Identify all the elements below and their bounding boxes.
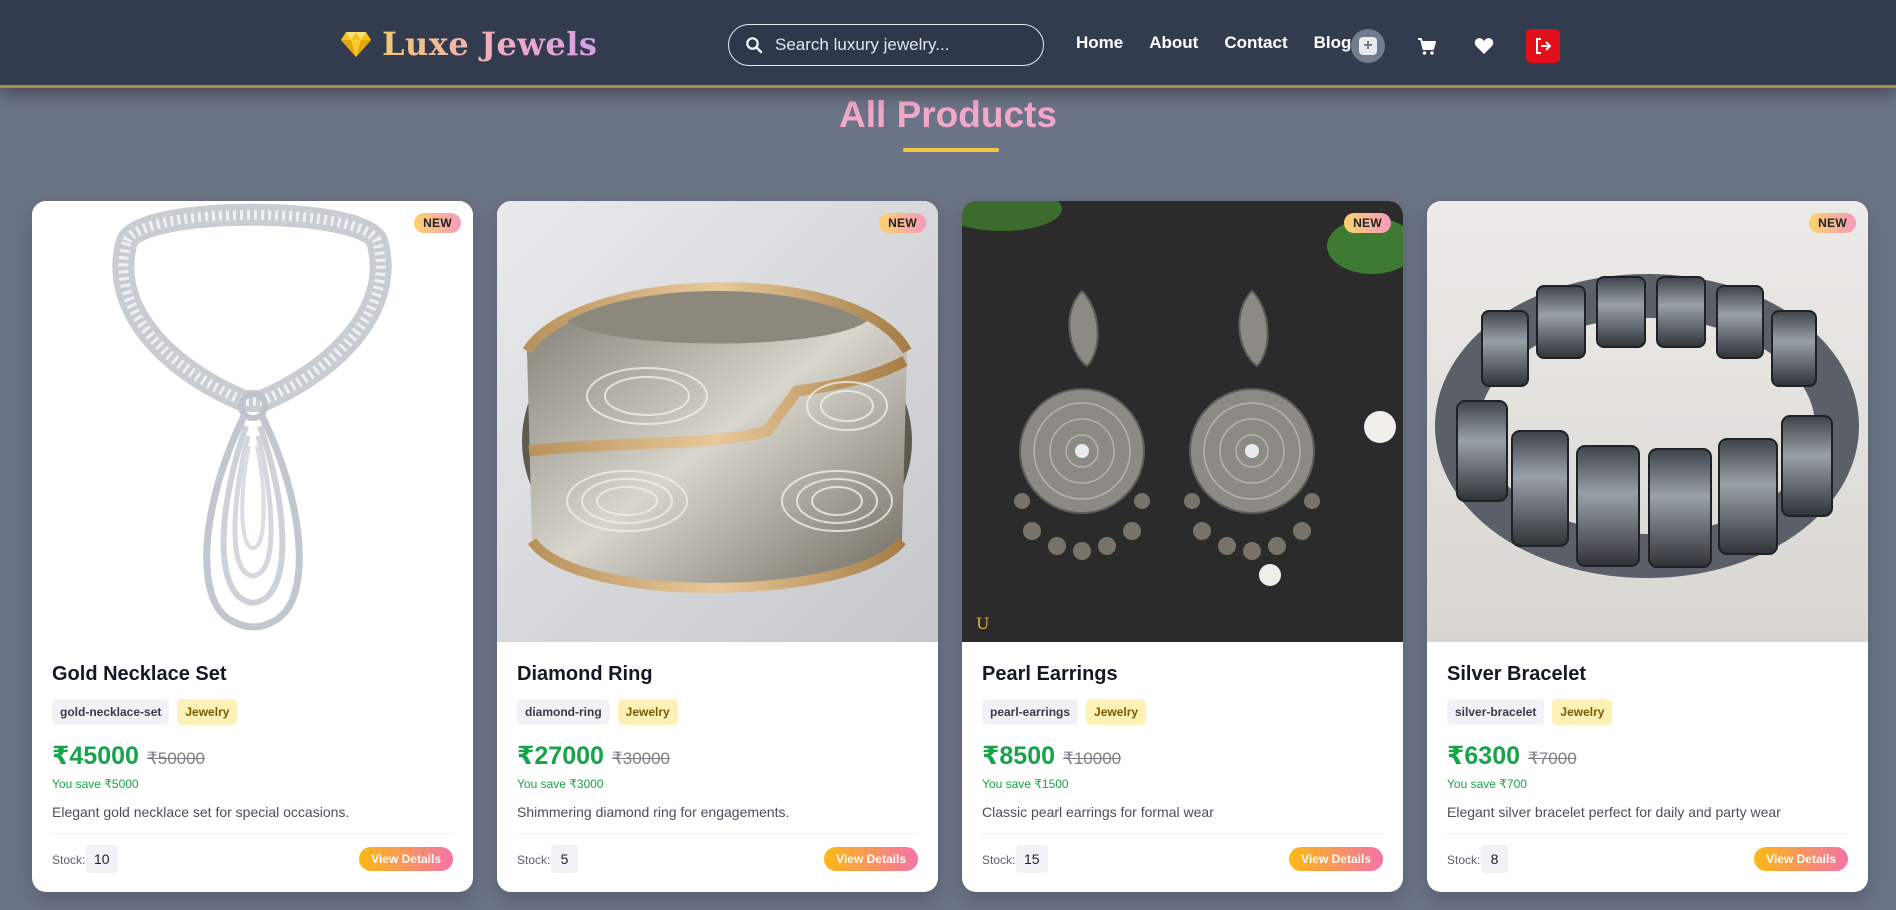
slug-tag: pearl-earrings [982,699,1079,725]
product-image-bracelet[interactable]: NEW [1427,201,1868,642]
product-title[interactable]: Gold Necklace Set [52,663,453,686]
original-price: ₹10000 [1063,749,1122,768]
brand-name: Luxe Jewels [382,25,598,63]
card-body: Pearl Earrings pearl-earrings Jewelry ₹8… [982,663,1383,834]
product-title[interactable]: Pearl Earrings [982,663,1383,686]
savings-text: You save ₹5000 [52,777,139,791]
view-details-button[interactable]: View Details [1754,847,1848,871]
card-footer: Stock: 5 View Details [517,845,918,873]
price: ₹45000 [52,742,139,770]
heart-icon [1474,38,1494,54]
nav-link-home[interactable]: Home [1076,33,1123,53]
logout-button[interactable] [1526,29,1560,63]
plus-square-icon: + [1359,37,1377,55]
view-details-button[interactable]: View Details [1289,847,1383,871]
product-description: Shimmering diamond ring for engagements. [517,804,790,820]
title-underline [903,148,999,152]
category-tag: Jewelry [177,699,238,725]
slug-tag: gold-necklace-set [52,699,170,725]
stock-count: 15 [1016,845,1048,873]
card-footer: Stock: 10 View Details [52,845,453,873]
price: ₹6300 [1447,742,1521,770]
category-tag: Jewelry [1086,699,1147,725]
cart-icon [1418,38,1436,55]
view-details-button[interactable]: View Details [824,847,918,871]
stock-label: Stock: [52,853,86,867]
card-body: Gold Necklace Set gold-necklace-set Jewe… [52,663,453,834]
new-badge: NEW [414,213,461,233]
stock-label: Stock: [982,853,1016,867]
product-card[interactable]: NEW Diamond Ring diamond-ring Jewelry ₹2… [497,201,938,892]
product-card[interactable]: U NEW Pearl Earrings pearl-earrings Jewe… [962,201,1403,892]
product-card[interactable]: NEW Silver Bracelet silver-bracelet Jewe… [1427,201,1868,892]
savings-text: You save ₹3000 [517,777,604,791]
search-box[interactable] [728,24,1044,66]
page-title: All Products [839,94,1057,135]
product-card[interactable]: NEW Gold Necklace Set gold-necklace-set … [32,201,473,892]
product-image-necklace[interactable]: NEW [32,201,473,642]
search-icon [746,37,763,54]
card-body: Diamond Ring diamond-ring Jewelry ₹27000… [517,663,918,834]
product-description: Elegant gold necklace set for special oc… [52,804,350,820]
nav-link-contact[interactable]: Contact [1224,33,1287,53]
original-price: ₹7000 [1528,749,1577,768]
slug-tag: diamond-ring [517,699,610,725]
product-image-earrings[interactable]: U NEW [962,201,1403,642]
new-badge: NEW [1344,213,1391,233]
nav-link-about[interactable]: About [1149,33,1198,53]
logout-icon [1536,38,1552,54]
stock-count: 8 [1481,845,1508,873]
category-tag: Jewelry [1552,699,1613,725]
card-footer: Stock: 15 View Details [982,845,1383,873]
savings-text: You save ₹700 [1447,777,1527,791]
stock-label: Stock: [1447,853,1481,867]
search-input[interactable] [775,35,1025,55]
nav-link-blog[interactable]: Blog [1314,33,1352,53]
add-product-button[interactable]: + [1351,29,1385,63]
brand-logo[interactable]: Luxe Jewels [340,24,597,64]
svg-text:U: U [976,614,989,633]
stock-count: 10 [86,845,118,873]
original-price: ₹50000 [146,749,206,768]
price: ₹8500 [982,742,1056,770]
product-description: Classic pearl earrings for formal wear [982,804,1214,820]
new-badge: NEW [1809,213,1856,233]
divider [52,833,453,834]
category-tag: Jewelry [617,699,678,725]
divider [517,833,918,834]
new-badge: NEW [879,213,926,233]
product-title[interactable]: Silver Bracelet [1447,663,1848,686]
diamond-icon [341,32,371,57]
divider [1447,833,1848,834]
divider [982,833,1383,834]
view-details-button[interactable]: View Details [359,847,453,871]
original-price: ₹30000 [611,749,671,768]
product-title[interactable]: Diamond Ring [517,663,918,686]
slug-tag: silver-bracelet [1447,699,1545,725]
cart-button[interactable] [1410,29,1444,63]
card-body: Silver Bracelet silver-bracelet Jewelry … [1447,663,1848,834]
stock-label: Stock: [517,853,551,867]
card-footer: Stock: 8 View Details [1447,845,1848,873]
price: ₹27000 [517,742,604,770]
stock-count: 5 [551,845,578,873]
navbar: Luxe Jewels Home About Contact Blog + [0,0,1896,88]
savings-text: You save ₹1500 [982,777,1069,791]
wishlist-button[interactable] [1467,29,1501,63]
product-description: Elegant silver bracelet perfect for dail… [1447,804,1781,820]
nav-links: Home About Contact Blog [1076,33,1377,53]
product-image-ring[interactable]: NEW [497,201,938,642]
